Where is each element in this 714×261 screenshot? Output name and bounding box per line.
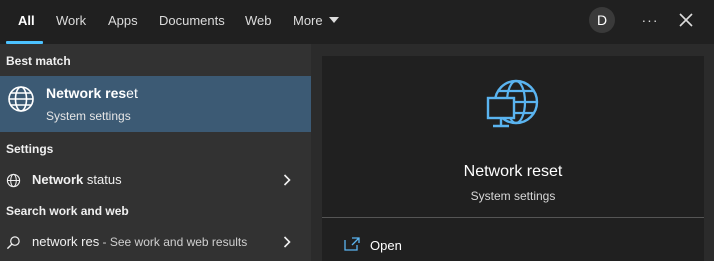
best-match-title-match: Network res bbox=[46, 85, 127, 101]
best-match-header: Best match bbox=[6, 54, 71, 68]
network-status-match: Network bbox=[32, 172, 84, 187]
preview-pane: Network reset System settings Open bbox=[311, 44, 714, 261]
network-status-rest: status bbox=[83, 172, 122, 187]
globe-icon bbox=[8, 86, 34, 112]
best-match-subtitle: System settings bbox=[46, 109, 131, 123]
tab-apps[interactable]: Apps bbox=[108, 0, 138, 42]
settings-result-network-status[interactable]: Network status bbox=[0, 165, 311, 195]
web-search-suffix: - See work and web results bbox=[99, 235, 248, 249]
preview-subtitle: System settings bbox=[470, 189, 556, 203]
preview-card: Network reset System settings Open bbox=[322, 56, 704, 261]
more-options-button[interactable]: ··· bbox=[640, 5, 660, 35]
search-header: All Work Apps Documents Web More D ··· bbox=[0, 0, 714, 44]
divider bbox=[322, 217, 704, 218]
open-icon bbox=[344, 237, 360, 251]
web-search-label: network res - See work and web results bbox=[32, 234, 247, 249]
tab-all[interactable]: All bbox=[18, 0, 35, 42]
network-reset-icon bbox=[486, 79, 539, 128]
results-pane: Best match Network reset System settings… bbox=[0, 44, 311, 261]
best-match-result[interactable]: Network reset System settings bbox=[0, 76, 311, 132]
tab-more[interactable]: More bbox=[293, 0, 339, 42]
tab-work[interactable]: Work bbox=[56, 0, 86, 42]
globe-icon bbox=[6, 173, 21, 188]
search-icon bbox=[6, 236, 20, 250]
caret-down-icon bbox=[328, 17, 339, 23]
best-match-title-rest: et bbox=[126, 85, 138, 101]
web-search-query: network res bbox=[32, 234, 100, 249]
chevron-right-icon[interactable] bbox=[282, 236, 292, 248]
tab-more-label: More bbox=[293, 13, 323, 28]
web-search-result[interactable]: network res - See work and web results bbox=[0, 227, 311, 257]
open-label: Open bbox=[370, 238, 402, 253]
search-web-header: Search work and web bbox=[6, 204, 129, 218]
best-match-title: Network reset bbox=[46, 85, 138, 101]
chevron-right-icon[interactable] bbox=[282, 174, 292, 186]
tab-documents[interactable]: Documents bbox=[159, 0, 225, 42]
network-status-label: Network status bbox=[32, 172, 122, 187]
preview-title: Network reset bbox=[463, 163, 563, 180]
avatar[interactable]: D bbox=[589, 7, 615, 33]
tab-web[interactable]: Web bbox=[245, 0, 272, 42]
open-action[interactable]: Open bbox=[322, 231, 704, 261]
settings-header: Settings bbox=[6, 142, 54, 156]
close-icon[interactable] bbox=[676, 10, 696, 30]
